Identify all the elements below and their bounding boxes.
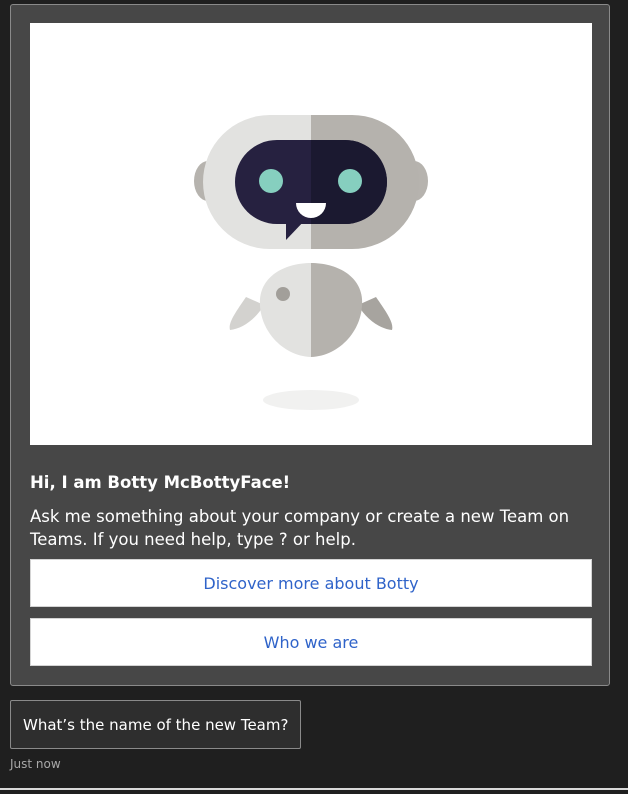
message-timestamp: Just now bbox=[10, 757, 61, 771]
divider bbox=[0, 788, 628, 790]
bot-message-text: What’s the name of the new Team? bbox=[23, 715, 289, 734]
adaptive-card: Hi, I am Botty McBottyFace! Ask me somet… bbox=[10, 4, 610, 686]
discover-botty-button[interactable]: Discover more about Botty bbox=[30, 559, 592, 607]
card-description: Ask me something about your company or c… bbox=[30, 507, 570, 549]
who-we-are-button[interactable]: Who we are bbox=[30, 618, 592, 666]
card-title: Hi, I am Botty McBottyFace! bbox=[30, 473, 291, 492]
hero-image bbox=[30, 23, 592, 445]
bot-message-bubble: What’s the name of the new Team? bbox=[10, 700, 302, 749]
robot-mascot-icon bbox=[194, 115, 428, 410]
